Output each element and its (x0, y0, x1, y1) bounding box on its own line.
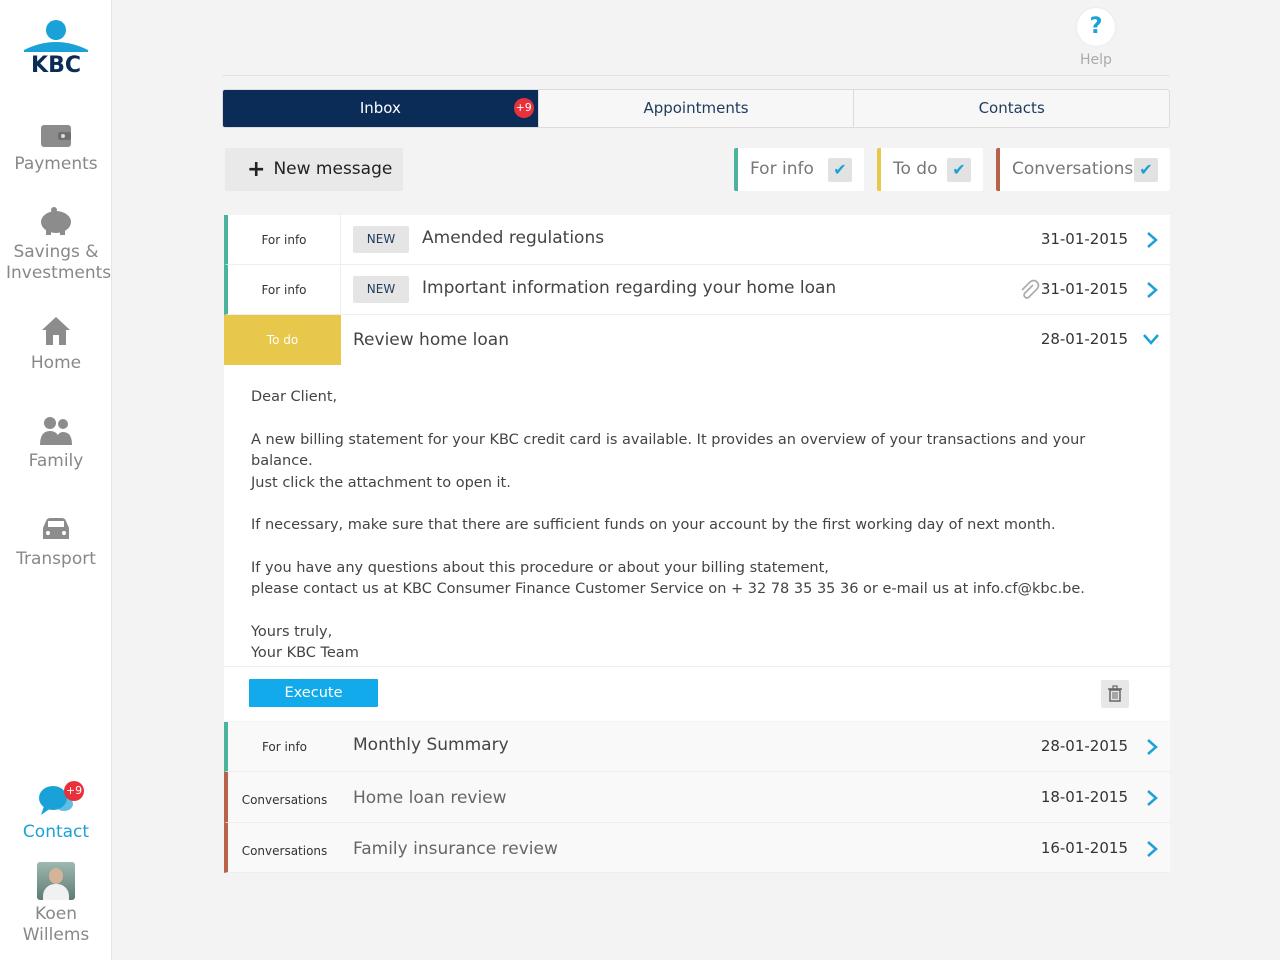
body-line: A new billing statement for your KBC cre… (251, 431, 1086, 470)
message-row-expanded[interactable]: To do Review home loan 28-01-2015 (224, 315, 1170, 365)
message-subject: Important information regarding your hom… (422, 278, 837, 298)
help-label: Help (1080, 52, 1112, 68)
tab-label: Contacts (978, 99, 1045, 117)
sidebar-item-label: Contact (22, 822, 90, 842)
piggy-bank-icon (41, 207, 71, 235)
kbc-logo[interactable]: KBC (22, 20, 90, 74)
message-row[interactable]: Conversations Family insurance review 16… (224, 823, 1170, 873)
tab-inbox[interactable]: Inbox +9 (223, 90, 538, 127)
user-profile[interactable]: Koen Willems (0, 862, 112, 946)
chevron-right-icon[interactable] (1146, 840, 1158, 858)
sidebar-item-label: Family (28, 451, 84, 471)
filter-label: For info (750, 159, 814, 179)
message-body: Dear Client, A new billing statement for… (224, 365, 1170, 667)
sidebar-item-label: Payments (14, 154, 98, 174)
tab-appointments[interactable]: Appointments (537, 90, 854, 127)
message-row[interactable]: Conversations Home loan review 18-01-201… (224, 772, 1170, 823)
message-type: Conversations (241, 843, 328, 858)
inbox-badge: +9 (513, 98, 534, 118)
new-message-label: New message (273, 159, 393, 179)
body-line: please contact us at KBC Consumer Financ… (251, 581, 1085, 597)
plus-icon: + (247, 157, 266, 182)
help-button[interactable]: ? Help (1077, 8, 1115, 68)
message-type: For info (228, 215, 341, 264)
filter-label: To do (893, 159, 938, 179)
tab-bar: Inbox +9 Appointments Contacts (222, 89, 1170, 128)
message-row[interactable]: For info Monthly Summary 28-01-2015 (224, 722, 1170, 772)
trash-icon (1108, 685, 1122, 702)
new-badge: NEW (353, 226, 409, 253)
body-line: If you have any questions about this pro… (251, 559, 829, 576)
message-actions: Execute (224, 667, 1170, 721)
sidebar-item-label: Transport (16, 549, 96, 569)
filter-label: Conversations (1012, 159, 1134, 179)
sidebar-item-contact[interactable]: +9 Contact (0, 781, 112, 843)
help-icon: ? (1077, 8, 1115, 46)
message-date: 31-01-2015 (1040, 230, 1128, 248)
sidebar-item-payments[interactable]: Payments (0, 122, 112, 175)
execute-button[interactable]: Execute (249, 679, 378, 707)
message-date: 28-01-2015 (1040, 330, 1128, 348)
delete-button[interactable] (1101, 680, 1129, 708)
sidebar-item-label: Home (30, 353, 82, 373)
filter-conversations[interactable]: Conversations ✔ (996, 148, 1170, 191)
message-date: 16-01-2015 (1040, 839, 1128, 857)
message-row[interactable]: For info NEW Amended regulations 31-01-2… (224, 215, 1170, 265)
body-line: If necessary, make sure that there are s… (251, 517, 1056, 533)
body-line: Just click the attachment to open it. (251, 474, 511, 491)
house-icon (42, 317, 70, 345)
car-icon (43, 518, 69, 539)
sidebar-item-savings[interactable]: Savings & Investments (0, 206, 112, 284)
svg-text:KBC: KBC (31, 53, 81, 74)
message-date: 18-01-2015 (1040, 788, 1128, 806)
message-row[interactable]: For info NEW Important information regar… (224, 265, 1170, 315)
tab-label: Inbox (359, 99, 401, 117)
avatar (37, 862, 75, 900)
sidebar-item-home[interactable]: Home (0, 315, 112, 374)
message-type: To do (224, 315, 341, 365)
sidebar: KBC Payments Savings & Investments Home … (0, 0, 112, 960)
checkmark-icon[interactable]: ✔ (947, 158, 971, 182)
chevron-right-icon[interactable] (1146, 281, 1158, 299)
body-greeting: Dear Client, (251, 389, 338, 405)
body-closing: Yours truly, (251, 623, 333, 640)
sidebar-item-family[interactable]: Family (0, 415, 112, 472)
divider (222, 75, 1170, 76)
wallet-icon (41, 125, 71, 147)
chevron-down-icon[interactable] (1142, 333, 1160, 345)
message-date: 28-01-2015 (1040, 737, 1128, 755)
message-subject: Family insurance review (353, 839, 558, 859)
family-icon (40, 417, 72, 445)
filter-to-do[interactable]: To do ✔ (877, 148, 983, 191)
chevron-right-icon[interactable] (1146, 231, 1158, 249)
message-type: For info (261, 739, 308, 754)
tab-contacts[interactable]: Contacts (853, 90, 1169, 127)
message-date: 31-01-2015 (1040, 280, 1128, 298)
message-type: Conversations (241, 793, 328, 807)
message-subject: Amended regulations (422, 228, 605, 248)
checkmark-icon[interactable]: ✔ (828, 158, 852, 182)
new-badge: NEW (353, 276, 409, 303)
sidebar-item-transport[interactable]: Transport (0, 517, 112, 570)
user-first-name: Koen (35, 904, 77, 924)
message-subject: Review home loan (353, 330, 509, 350)
new-message-button[interactable]: + New message (225, 148, 403, 191)
message-subject: Home loan review (353, 788, 507, 808)
paperclip-icon[interactable] (1018, 279, 1040, 301)
body-signature: Your KBC Team (251, 645, 359, 661)
message-type: For info (228, 265, 341, 314)
message-subject: Monthly Summary (353, 735, 509, 755)
tab-label: Appointments (643, 99, 749, 117)
checkmark-icon[interactable]: ✔ (1134, 158, 1158, 182)
chevron-right-icon[interactable] (1146, 789, 1158, 807)
contact-badge: +9 (64, 781, 84, 801)
filter-for-info[interactable]: For info ✔ (734, 148, 864, 191)
user-last-name: Willems (22, 925, 90, 945)
chevron-right-icon[interactable] (1146, 738, 1158, 756)
sidebar-item-label: Savings & Investments (6, 242, 112, 283)
